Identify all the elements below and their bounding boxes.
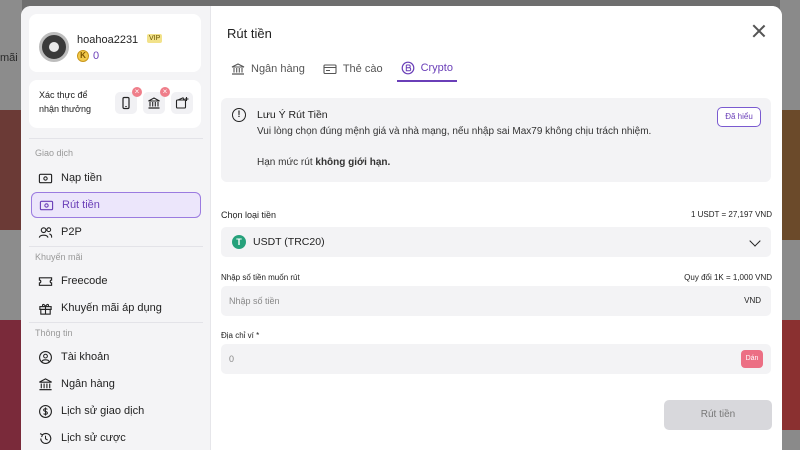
- tab-scratch-card[interactable]: Thẻ cào: [319, 56, 387, 82]
- sidebar-item-label: Tài khoản: [61, 351, 110, 363]
- bank-verify-icon[interactable]: ×: [143, 87, 170, 114]
- tab-label: Crypto: [420, 62, 453, 74]
- bank-icon: [231, 63, 245, 75]
- sidebar-item-freecode[interactable]: Freecode: [31, 268, 201, 294]
- tab-crypto[interactable]: Crypto: [396, 56, 457, 82]
- amount-input[interactable]: Nhập số tiền VND: [221, 286, 771, 316]
- verify-label: Xác thực để nhận thưởng: [39, 90, 91, 114]
- divider: [29, 322, 203, 323]
- tab-label: Thẻ cào: [342, 63, 383, 75]
- unverified-x-icon: ×: [160, 87, 170, 97]
- conversion-rate: Quy đổi 1K = 1,000 VND: [684, 273, 772, 282]
- warning-icon: !: [232, 108, 246, 122]
- bank-icon: [37, 376, 53, 392]
- users-icon: [37, 224, 53, 240]
- currency-select[interactable]: T USDT (TRC20): [221, 227, 771, 257]
- sidebar-item-account[interactable]: Tài khoản: [31, 344, 201, 370]
- sidebar-item-transaction-history[interactable]: Lịch sử giao dịch: [31, 398, 201, 424]
- close-icon[interactable]: [752, 24, 766, 38]
- user-card: hoahoa2231 VIP K 0: [29, 14, 201, 72]
- phone-verify-icon[interactable]: ×: [115, 87, 142, 114]
- username: hoahoa2231: [77, 34, 139, 46]
- withdraw-panel: Rút tiền Ngân hàng Thẻ cào Crypto ! Lưu …: [211, 6, 782, 450]
- sidebar-item-bet-history[interactable]: Lịch sử cược: [31, 425, 201, 450]
- paste-button[interactable]: Dán: [741, 350, 763, 368]
- verify-card: Xác thực để nhận thưởng × ×: [29, 80, 201, 128]
- unverified-x-icon: ×: [132, 87, 142, 97]
- wallet-add-icon[interactable]: [171, 92, 193, 114]
- vip-badge: VIP: [147, 34, 163, 43]
- chevron-down-icon: [749, 235, 761, 247]
- amount-label: Nhập số tiền muốn rút: [221, 273, 300, 282]
- sidebar-item-applied-promotions[interactable]: Khuyến mãi áp dụng: [31, 295, 201, 321]
- withdraw-modal: hoahoa2231 VIP K 0 Xác thực để nhận thưở…: [21, 6, 782, 450]
- account-sidebar: hoahoa2231 VIP K 0 Xác thực để nhận thưở…: [21, 6, 211, 450]
- background-text: mãi: [0, 52, 18, 64]
- tether-icon: T: [232, 235, 246, 249]
- section-label-promotions: Khuyến mãi: [35, 252, 83, 262]
- withdraw-notice: ! Lưu Ý Rút Tiền Vui lòng chọn đúng mệnh…: [221, 98, 771, 182]
- wallet-address-input[interactable]: 0 Dán: [221, 344, 771, 374]
- notice-body: Vui lòng chọn đúng mệnh giá và nhà mạng,…: [257, 126, 652, 137]
- user-circle-icon: [37, 349, 53, 365]
- sidebar-item-withdraw[interactable]: Rút tiền: [31, 192, 201, 218]
- background-page-left: mãi: [0, 0, 22, 450]
- tab-bank[interactable]: Ngân hàng: [227, 56, 309, 82]
- amount-placeholder: Nhập số tiền: [229, 296, 280, 306]
- sidebar-item-label: Khuyến mãi áp dụng: [61, 302, 162, 314]
- section-label-info: Thông tin: [35, 328, 73, 338]
- ticket-icon: [37, 273, 53, 289]
- wallet-value: 0: [229, 354, 235, 364]
- sidebar-item-label: Lịch sử cược: [61, 432, 126, 444]
- avatar[interactable]: [39, 32, 69, 62]
- currency-unit: VND: [744, 296, 761, 305]
- balance-value: 0: [93, 50, 100, 62]
- sidebar-item-label: Nạp tiền: [61, 172, 102, 184]
- wallet-label: Địa chỉ ví *: [221, 331, 260, 340]
- divider: [29, 246, 203, 247]
- dollar-circle-icon: [37, 403, 53, 419]
- section-label-transactions: Giao dịch: [35, 148, 74, 158]
- coin-icon: K: [77, 50, 89, 62]
- sidebar-item-bank[interactable]: Ngân hàng: [31, 371, 201, 397]
- sidebar-item-label: Ngân hàng: [61, 378, 115, 390]
- page-title: Rút tiền: [227, 26, 272, 41]
- sidebar-item-label: Lịch sử giao dịch: [61, 405, 145, 417]
- deposit-icon: [37, 170, 53, 186]
- background-page-right: [780, 0, 800, 450]
- withdraw-icon: [38, 197, 54, 213]
- limit-prefix: Hạn mức rút: [257, 157, 313, 168]
- notice-limit: Hạn mức rút không giới hạn.: [257, 157, 390, 168]
- card-icon: [323, 64, 337, 75]
- divider: [29, 138, 203, 139]
- sidebar-item-label: Freecode: [61, 275, 108, 287]
- sidebar-item-label: Rút tiền: [62, 199, 100, 211]
- sidebar-item-deposit[interactable]: Nạp tiền: [31, 165, 201, 191]
- understood-button[interactable]: Đã hiểu: [717, 107, 761, 127]
- gift-icon: [37, 300, 53, 316]
- currency-value: USDT (TRC20): [253, 236, 325, 248]
- sidebar-item-label: P2P: [61, 226, 82, 238]
- sidebar-item-p2p[interactable]: P2P: [31, 219, 201, 245]
- withdraw-method-tabs: Ngân hàng Thẻ cào Crypto: [227, 56, 467, 82]
- limit-value: không giới hạn.: [315, 157, 391, 168]
- history-icon: [37, 430, 53, 446]
- withdraw-submit-button[interactable]: Rút tiền: [664, 400, 772, 430]
- currency-label: Chọn loại tiền: [221, 210, 277, 220]
- notice-title: Lưu Ý Rút Tiền: [257, 109, 328, 121]
- exchange-rate: 1 USDT = 27,197 VND: [690, 210, 772, 219]
- tab-label: Ngân hàng: [251, 63, 305, 75]
- bitcoin-icon: [401, 61, 414, 75]
